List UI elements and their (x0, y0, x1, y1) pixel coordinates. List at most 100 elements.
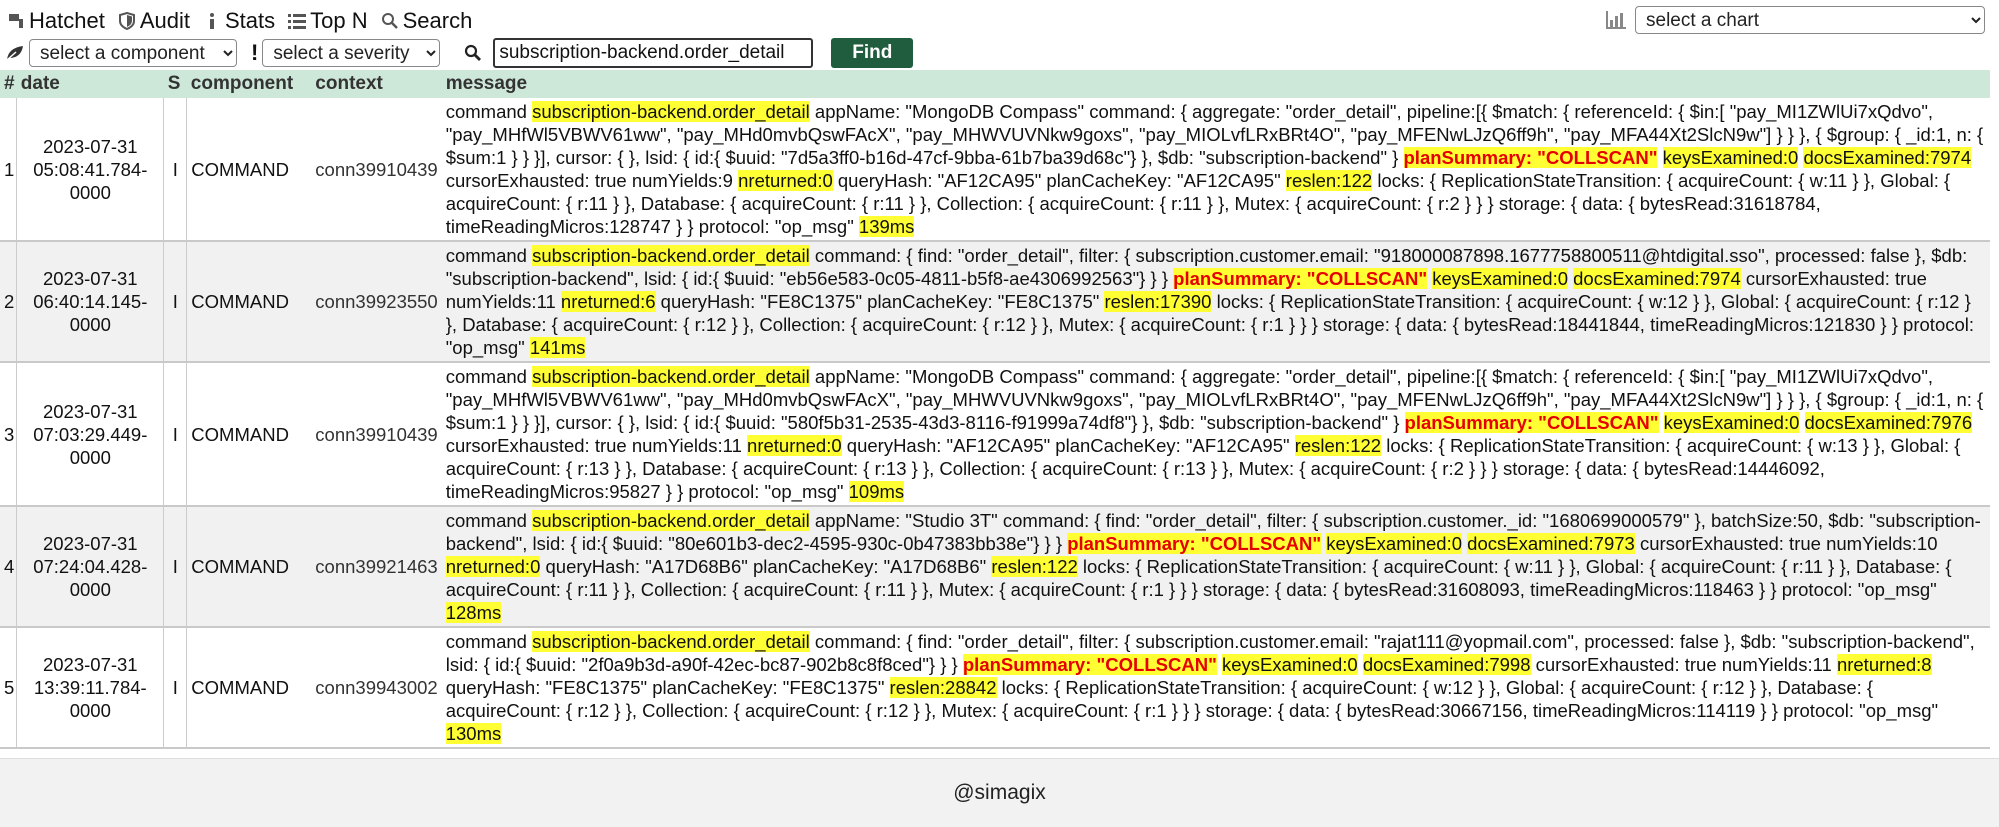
highlight-term: nreturned:0 (747, 435, 842, 456)
highlight-term: keysExamined:0 (1662, 147, 1799, 168)
highlight-term: 130ms (445, 723, 502, 744)
message-text: cursorExhausted: true numYields:10 (1634, 533, 1938, 554)
highlight-term: reslen:122 (991, 556, 1078, 577)
table-row[interactable]: 3 2023-07-31 07:03:29.449-0000 I COMMAND con… (0, 362, 1990, 506)
search-filter-icon (462, 44, 484, 62)
row-severity: I (163, 241, 188, 362)
highlight-term: nreturned:0 (738, 170, 833, 191)
message-text: queryHash: "A17D68B6" planCacheKey: "A17… (540, 556, 992, 577)
find-button[interactable]: Find (831, 38, 914, 68)
highlight-term: nreturned:8 (1836, 654, 1932, 675)
table-body: 1 2023-07-31 05:08:41.784-0000 I COMMAND con… (0, 98, 1990, 748)
row-date: 2023-07-31 06:40:14.145-0000 (16, 241, 164, 362)
row-date: 2023-07-31 07:24:04.428-0000 (16, 506, 164, 627)
highlight-term: 141ms (529, 337, 586, 358)
message-text: queryHash: "AF12CA95" planCacheKey: "AF1… (841, 435, 1295, 456)
filter-bar: select a component ! select a severity F… (4, 38, 914, 68)
highlight-term: docsExamined:7998 (1362, 654, 1531, 675)
table-row[interactable]: 2 2023-07-31 06:40:14.145-0000 I COMMAND con… (0, 241, 1990, 362)
row-date: 2023-07-31 13:39:11.784-0000 (16, 627, 164, 748)
row-date: 2023-07-31 05:08:41.784-0000 (16, 98, 164, 241)
message-text: queryHash: "FE8C1375" planCacheKey: "FE8… (655, 291, 1105, 312)
message-text: command (445, 245, 533, 266)
highlight-term: keysExamined:0 (1432, 268, 1568, 289)
row-component: COMMAND (191, 158, 289, 180)
highlight-term: nreturned:6 (560, 291, 656, 312)
highlight-term: subscription-backend.order_detail (532, 631, 810, 652)
highlight-term: 128ms (445, 602, 502, 623)
row-context: conn39943002 (315, 677, 438, 698)
highlight-term: keysExamined:0 (1326, 533, 1463, 554)
highlight-term: subscription-backend.order_detail (532, 510, 810, 531)
highlight-term: reslen:17390 (1104, 291, 1212, 312)
row-severity: I (163, 98, 188, 241)
search-input[interactable] (493, 38, 814, 68)
component-select[interactable]: select a component (29, 39, 237, 67)
top-nav: Hatchet Audit Stats Top N Search (6, 6, 484, 36)
collscan-badge: planSummary: "COLLSCAN" (1067, 533, 1322, 554)
col-component: component (190, 73, 294, 94)
message-text: command (445, 366, 533, 387)
message-text: command (445, 631, 533, 652)
info-icon (202, 11, 222, 31)
highlight-term: docsExamined:7976 (1804, 412, 1973, 433)
footer-text: @simagix (953, 781, 1046, 804)
collscan-badge: planSummary: "COLLSCAN" (1404, 412, 1659, 433)
message-text: cursorExhausted: true numYields:11 (445, 435, 748, 456)
footer: @simagix (0, 758, 1999, 827)
search-icon (380, 11, 400, 31)
col-num: # (4, 73, 15, 94)
bar-chart-icon (1605, 8, 1629, 32)
nav-hatchet[interactable]: Hatchet (6, 8, 105, 34)
collscan-badge: planSummary: "COLLSCAN" (1173, 268, 1428, 289)
nav-topn-label: Top N (310, 8, 368, 33)
row-component: COMMAND (191, 423, 289, 445)
highlight-term: reslen:122 (1294, 435, 1382, 456)
nav-audit-label: Audit (139, 8, 190, 33)
message-text: cursorExhausted: true numYields:11 (1530, 654, 1837, 675)
highlight-term: docsExamined:7974 (1573, 268, 1741, 289)
nav-hatchet-label: Hatchet (29, 8, 105, 33)
message-text: queryHash: "FE8C1375" planCacheKey: "FE8… (445, 677, 890, 698)
table-row[interactable]: 1 2023-07-31 05:08:41.784-0000 I COMMAND con… (0, 98, 1990, 241)
highlight-term: reslen:28842 (889, 677, 997, 698)
shield-icon (117, 11, 137, 31)
message-text (1799, 412, 1804, 433)
message-text (1657, 147, 1662, 168)
highlight-term: docsExamined:7973 (1467, 533, 1635, 554)
highlight-term: keysExamined:0 (1663, 412, 1800, 433)
col-severity: S (167, 73, 181, 94)
highlight-term: subscription-backend.order_detail (532, 245, 810, 266)
table-header-row: # date S component context message (0, 70, 1990, 98)
nav-search[interactable]: Search (380, 8, 472, 34)
col-date: date (20, 73, 60, 94)
row-context: conn39910439 (315, 158, 438, 180)
col-context: context (315, 73, 383, 94)
collscan-badge: planSummary: "COLLSCAN" (962, 654, 1217, 675)
leaf-icon (4, 44, 26, 62)
highlight-term: docsExamined:7974 (1803, 147, 1972, 168)
row-severity: I (163, 506, 188, 627)
table-row[interactable]: 4 2023-07-31 07:24:04.428-0000 I COMMAND con… (0, 506, 1990, 627)
nav-topn[interactable]: Top N (287, 8, 368, 34)
row-component: COMMAND (191, 291, 289, 312)
highlight-term: 139ms (858, 216, 915, 237)
row-message: command subscription-backend.order_detai… (442, 241, 1990, 362)
nav-audit[interactable]: Audit (117, 8, 190, 34)
message-text (1659, 412, 1664, 433)
highlight-term: reslen:122 (1285, 170, 1373, 191)
row-message: command subscription-backend.order_detai… (442, 506, 1990, 627)
row-message: command subscription-backend.order_detai… (442, 98, 1990, 241)
nav-stats[interactable]: Stats (202, 8, 275, 34)
row-severity: I (163, 362, 188, 506)
table-row[interactable]: 5 2023-07-31 13:39:11.784-0000 I COMMAND con… (0, 627, 1990, 748)
message-text: cursorExhausted: true numYields:9 (445, 170, 739, 191)
message-text: command (445, 510, 533, 531)
severity-select[interactable]: select a severity (262, 39, 441, 67)
col-message: message (445, 73, 528, 94)
message-text: command (445, 101, 533, 122)
chart-select[interactable]: select a chart (1635, 6, 1985, 34)
row-num: 1 (4, 158, 15, 180)
list-icon (287, 11, 307, 31)
row-num: 2 (4, 291, 15, 312)
